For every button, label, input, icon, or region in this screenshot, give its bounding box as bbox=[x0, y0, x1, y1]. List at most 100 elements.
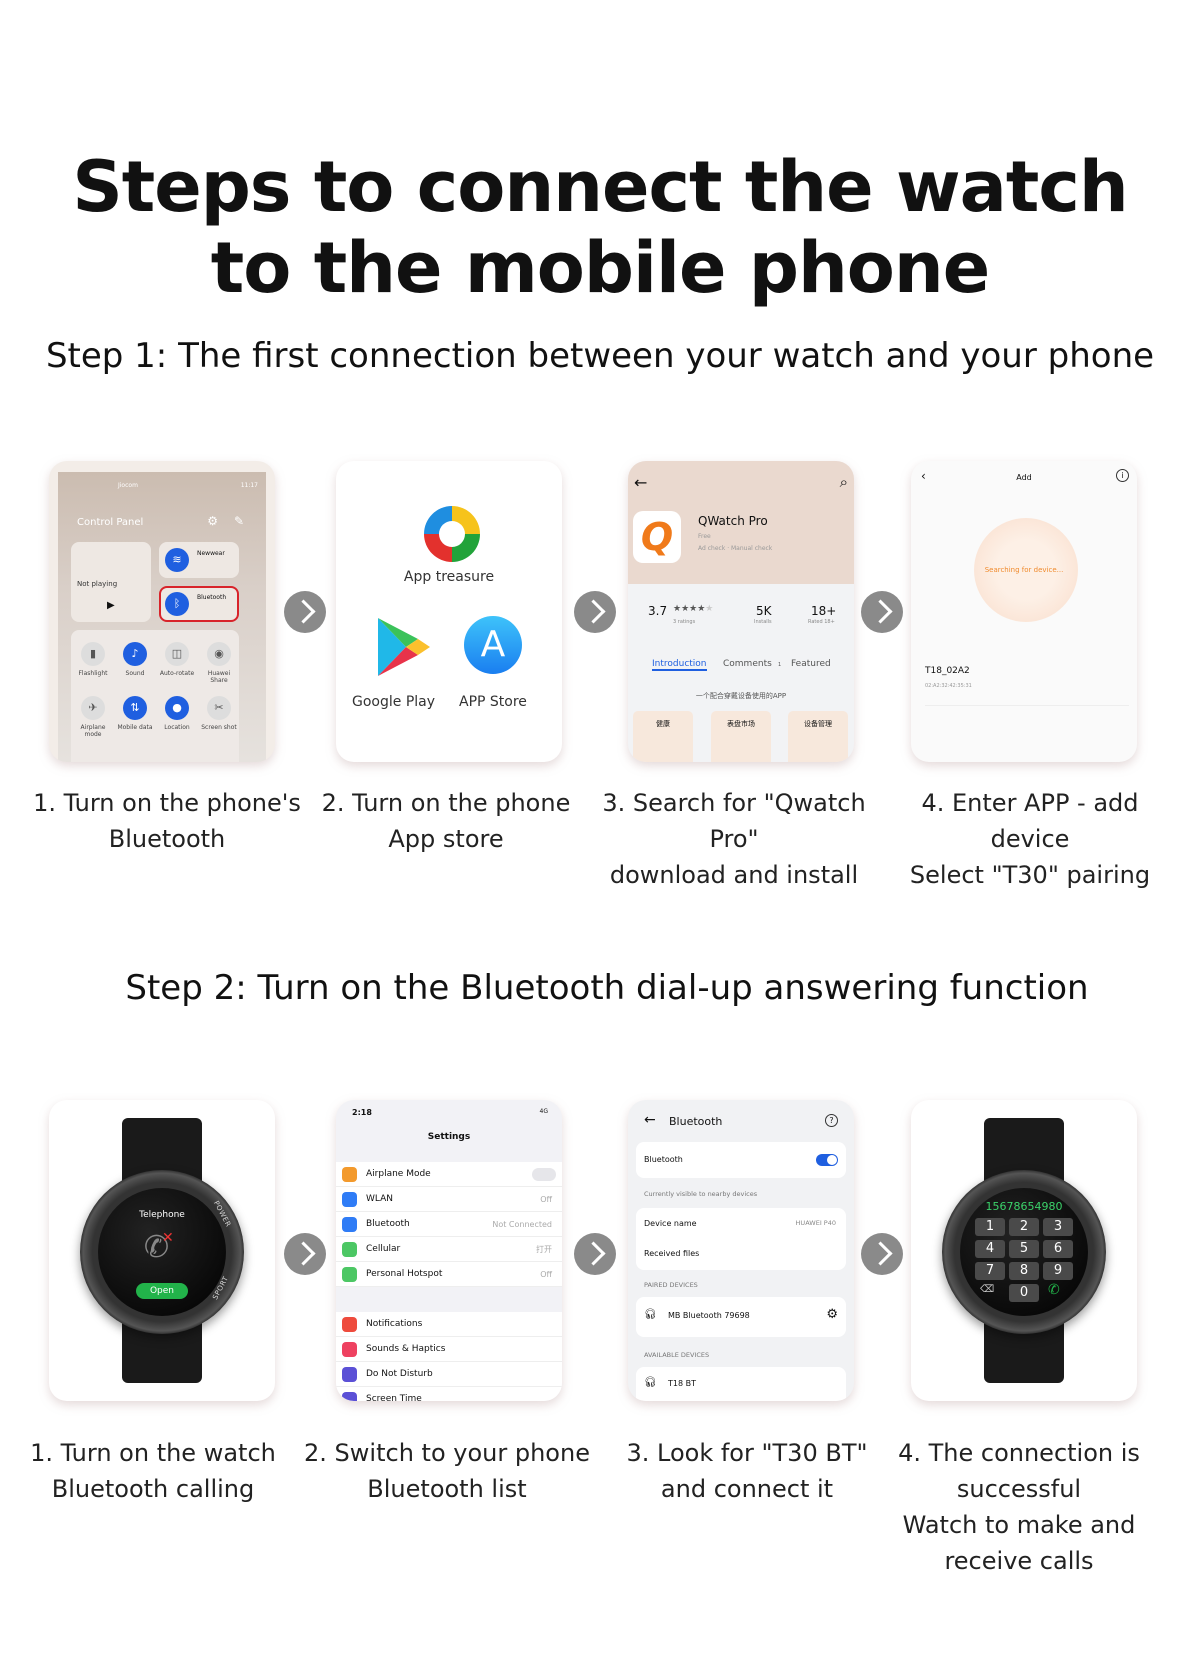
settings-row-icon bbox=[342, 1167, 357, 1182]
dial-key[interactable]: 5 bbox=[1009, 1240, 1039, 1258]
tile-label: Flashlight bbox=[78, 670, 108, 677]
tile-label: Huawei Share bbox=[207, 670, 231, 684]
step2-caption-2: 2. Switch to your phone Bluetooth list bbox=[304, 1439, 590, 1503]
airplane-toggle[interactable] bbox=[532, 1167, 556, 1181]
gear-icon[interactable]: ⚙ bbox=[826, 1307, 838, 1322]
settings-row-label: Screen Time bbox=[366, 1394, 422, 1401]
settings-row-icon bbox=[342, 1317, 357, 1332]
device-name-label: Device name bbox=[644, 1219, 697, 1228]
dial-key[interactable]: 7 bbox=[975, 1262, 1005, 1280]
airplane-icon[interactable]: ✈ bbox=[81, 696, 105, 720]
title-line-2: to the mobile phone bbox=[210, 227, 990, 309]
wifi-tile[interactable]: ≋ Newwear bbox=[159, 542, 239, 578]
phone-call-off-icon: ✆ ✕ bbox=[144, 1230, 174, 1265]
age-value: 18+ bbox=[811, 604, 837, 618]
location-icon[interactable]: ● bbox=[165, 696, 189, 720]
tab-introduction[interactable]: Introduction bbox=[652, 659, 707, 671]
dial-key[interactable]: 1 bbox=[975, 1218, 1005, 1236]
app-slogan: 一个配合穿戴设备使用的APP bbox=[695, 692, 787, 700]
settings-row-label: Airplane Mode bbox=[366, 1169, 431, 1179]
back-icon[interactable]: ← bbox=[644, 1112, 656, 1128]
settings-row[interactable]: Airplane Mode bbox=[336, 1162, 562, 1187]
dial-key[interactable]: 8 bbox=[1009, 1262, 1039, 1280]
bluetooth-toggle[interactable] bbox=[816, 1154, 838, 1166]
app-rating: 3.7 bbox=[648, 604, 668, 618]
settings-row[interactable]: Do Not Disturb bbox=[336, 1362, 562, 1387]
settings-row[interactable]: Personal Hotspot Off bbox=[336, 1262, 562, 1287]
dial-key[interactable]: 4 bbox=[975, 1240, 1005, 1258]
app-store-icon[interactable]: A bbox=[464, 616, 522, 674]
settings-row[interactable]: Cellular 打开 bbox=[336, 1237, 562, 1262]
qwatch-app-icon: Q bbox=[633, 511, 681, 563]
help-icon[interactable]: ? bbox=[825, 1114, 838, 1127]
watch-telephone-card: POWER SPORT Telephone ✆ ✕ Open bbox=[49, 1100, 275, 1401]
tab-comments[interactable]: Comments bbox=[723, 659, 772, 669]
settings-row-value: Off bbox=[540, 1194, 552, 1204]
app-price: Free bbox=[698, 533, 711, 540]
tile-label: Sound bbox=[125, 670, 145, 677]
share-icon[interactable]: ◉ bbox=[207, 642, 231, 666]
play-icon[interactable]: ▶ bbox=[107, 600, 115, 611]
settings-row[interactable]: Screen Time bbox=[336, 1387, 562, 1401]
settings-row-icon bbox=[342, 1192, 357, 1207]
tab-featured[interactable]: Featured bbox=[791, 659, 831, 669]
available-device-name: T18 BT bbox=[668, 1379, 696, 1388]
step1-caption-2: 2. Turn on the phone App store bbox=[321, 789, 571, 853]
rotate-icon[interactable]: ◫ bbox=[165, 642, 189, 666]
settings-row-label: Notifications bbox=[366, 1319, 423, 1329]
dial-key[interactable]: 3 bbox=[1043, 1218, 1073, 1236]
bell-icon[interactable]: ♪ bbox=[123, 642, 147, 666]
back-icon[interactable]: ← bbox=[634, 473, 647, 492]
settings-row[interactable]: Notifications bbox=[336, 1312, 562, 1337]
title-line-1: Steps to connect the watch bbox=[72, 146, 1128, 228]
received-files-row[interactable]: Received files bbox=[636, 1239, 846, 1270]
device-name-row[interactable]: Device name HUAWEI P40 bbox=[636, 1208, 846, 1239]
media-tile[interactable]: Not playing ▶ bbox=[71, 542, 151, 622]
app-store-label: APP Store bbox=[459, 694, 527, 710]
app-treasure-label: App treasure bbox=[403, 569, 495, 585]
bluetooth-icon: ᛒ bbox=[165, 592, 189, 616]
device-list-item[interactable]: T18_02A2 02:A2:32:42:35:31 bbox=[925, 666, 1129, 706]
feature-card: 设备管理 bbox=[788, 711, 848, 762]
info-icon[interactable]: i bbox=[1116, 469, 1129, 482]
settings-title: Settings bbox=[427, 1132, 471, 1142]
bluetooth-tile[interactable]: ᛒ Bluetooth bbox=[159, 586, 239, 622]
device-name: T18_02A2 bbox=[925, 666, 970, 676]
backspace-icon[interactable]: ⌫ bbox=[980, 1284, 994, 1295]
settings-row-icon bbox=[342, 1217, 357, 1232]
next-arrow-icon bbox=[284, 1233, 326, 1275]
call-icon[interactable]: ✆ bbox=[1048, 1282, 1060, 1298]
next-arrow-icon bbox=[574, 1233, 616, 1275]
status-time: 2:18 bbox=[352, 1108, 372, 1117]
step1-caption-1: 1. Turn on the phone's Bluetooth bbox=[33, 789, 301, 853]
settings-row-label: WLAN bbox=[366, 1194, 394, 1204]
available-device-row[interactable]: 🎧︎ T18 BT bbox=[636, 1367, 846, 1401]
search-icon[interactable]: ⌕ bbox=[840, 473, 848, 491]
tile-label: Airplane mode bbox=[80, 724, 106, 738]
settings-row-value: 打开 bbox=[536, 1244, 552, 1254]
dial-key[interactable]: 2 bbox=[1009, 1218, 1039, 1236]
open-button[interactable]: Open bbox=[136, 1283, 188, 1299]
watch-image: POWER SPORT Telephone ✆ ✕ Open bbox=[72, 1118, 252, 1383]
settings-row[interactable]: Bluetooth Not Connected bbox=[336, 1212, 562, 1237]
next-arrow-icon bbox=[861, 591, 903, 633]
settings-row[interactable]: Sounds & Haptics bbox=[336, 1337, 562, 1362]
settings-row-icon bbox=[342, 1267, 357, 1282]
flashlight-icon[interactable]: ▮ bbox=[81, 642, 105, 666]
mobile-data-icon[interactable]: ⇅ bbox=[123, 696, 147, 720]
tile-label: Location bbox=[164, 724, 190, 731]
google-play-icon[interactable] bbox=[376, 616, 432, 678]
screenshot-icon[interactable]: ✂ bbox=[207, 696, 231, 720]
wifi-icon: ≋ bbox=[165, 548, 189, 572]
dial-key[interactable]: 6 bbox=[1043, 1240, 1073, 1258]
settings-row[interactable]: WLAN Off bbox=[336, 1187, 562, 1212]
settings-icon[interactable]: ⚙ bbox=[207, 514, 218, 528]
paired-device-row[interactable]: 🎧︎ MB Bluetooth 79698 ⚙ bbox=[636, 1297, 846, 1337]
dial-key[interactable]: 9 bbox=[1043, 1262, 1073, 1280]
dialed-number: 15678654980 bbox=[985, 1200, 1063, 1213]
dial-key[interactable]: 0 bbox=[1009, 1284, 1039, 1302]
visibility-note: Currently visible to nearby devices bbox=[644, 1190, 758, 1198]
app-page-card: ← ⌕ Q QWatch Pro Free Ad check · Manual … bbox=[628, 461, 854, 762]
edit-icon[interactable]: ✎ bbox=[234, 514, 244, 528]
paired-device-name: MB Bluetooth 79698 bbox=[668, 1311, 750, 1320]
